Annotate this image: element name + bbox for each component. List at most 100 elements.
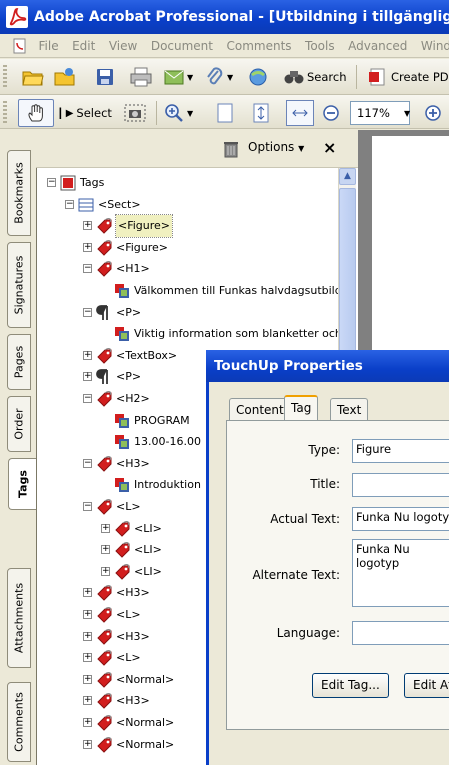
tree-item-label: <TextBox> [116, 348, 178, 362]
tab-tags[interactable]: Tags [8, 458, 37, 510]
window-title-bar[interactable]: Adobe Acrobat Professional - [Utbildning… [0, 0, 449, 34]
dialog-title-bar[interactable]: TouchUp Properties [206, 350, 449, 382]
print-button[interactable] [130, 66, 152, 88]
acrobat-logo-icon[interactable] [6, 6, 28, 28]
expand-icon[interactable]: + [83, 739, 92, 749]
tab-order[interactable]: Order [7, 396, 31, 452]
open-button[interactable] [22, 66, 44, 88]
tag-icon [95, 584, 113, 602]
tree-item-label: <H3> [116, 629, 150, 643]
zoom-dropdown-button[interactable]: ▼ [404, 102, 410, 124]
language-input[interactable] [352, 621, 449, 645]
expand-icon[interactable]: + [83, 674, 92, 684]
expand-icon[interactable]: + [83, 372, 92, 382]
menu-file[interactable]: File [34, 34, 64, 57]
tree-row[interactable]: + <Figure> [37, 237, 337, 259]
collapse-icon[interactable]: − [47, 178, 56, 187]
collapse-icon[interactable]: − [83, 264, 92, 274]
collapse-icon[interactable]: − [65, 199, 74, 209]
close-panel-button[interactable]: × [323, 138, 336, 157]
hand-tool-button[interactable] [18, 99, 54, 127]
expand-icon[interactable]: + [83, 350, 92, 360]
actual-text-input[interactable]: Funka Nu logotyp [352, 507, 449, 531]
fit-page-icon [253, 103, 269, 123]
tab-bookmarks[interactable]: Bookmarks [7, 150, 31, 236]
tree-item-label: <H3> [116, 694, 150, 708]
tab-attachments[interactable]: Attachments [7, 568, 31, 668]
options-menu-button[interactable]: Options ▼ [248, 140, 304, 154]
tab-comments[interactable]: Comments [7, 682, 31, 762]
scroll-up-arrow[interactable]: ▲ [339, 168, 356, 185]
tree-row[interactable]: − <P> [37, 302, 337, 324]
menu-view[interactable]: View [104, 34, 142, 57]
tree-item-label: <Normal> [116, 737, 175, 751]
title-input[interactable] [352, 473, 449, 497]
zoom-out-button[interactable] [322, 102, 340, 124]
tree-row[interactable]: + <Figure> [37, 214, 337, 239]
expand-icon[interactable]: + [83, 696, 92, 706]
expand-icon[interactable]: + [83, 610, 92, 619]
expand-icon[interactable]: + [83, 631, 92, 641]
tree-row[interactable]: − <H1> [37, 258, 337, 280]
menu-tools[interactable]: Tools [300, 34, 340, 57]
email-button[interactable]: ▼ [164, 66, 193, 88]
menu-advanced[interactable]: Advanced [343, 34, 412, 57]
expand-icon[interactable]: + [83, 653, 92, 663]
type-field[interactable]: Figure [352, 439, 449, 463]
tree-row[interactable]: Viktig information som blanketter och [37, 323, 338, 345]
edit-tag-button[interactable]: Edit Tag... [312, 673, 389, 698]
organizer-button[interactable] [54, 66, 76, 88]
fit-page-button[interactable] [252, 102, 270, 124]
expand-icon[interactable]: + [101, 523, 110, 533]
tree-item-label: <Normal> [116, 716, 175, 729]
menu-window[interactable]: Window [416, 34, 449, 57]
tree-row[interactable]: − Tags [37, 172, 337, 194]
expand-icon[interactable]: + [83, 221, 92, 231]
tag-icon [95, 736, 113, 754]
tag-icon [95, 498, 113, 516]
snapshot-button[interactable] [124, 102, 146, 124]
tree-item-label: <L> [116, 651, 141, 665]
toolbar-grip[interactable] [3, 65, 7, 87]
fit-width-button[interactable] [286, 100, 314, 126]
tab-label: Attachments [12, 582, 26, 654]
expand-icon[interactable]: + [83, 242, 92, 252]
menu-document[interactable]: Document [146, 34, 218, 57]
zoom-input[interactable]: 117% [350, 101, 410, 125]
expand-icon[interactable]: + [83, 718, 92, 727]
tree-row[interactable]: − <Sect> [37, 194, 337, 216]
tab-tag[interactable]: Tag [284, 395, 319, 421]
attach-button[interactable]: ▼ [206, 66, 233, 88]
collapse-icon[interactable]: − [83, 458, 92, 468]
toolbar-grip[interactable] [3, 101, 7, 123]
trash-icon[interactable] [223, 140, 239, 158]
section-icon [77, 196, 95, 214]
tree-row[interactable]: Välkommen till Funkas halvdagsutbildn [37, 280, 338, 302]
zoom-in-button[interactable]: ▼ [164, 102, 193, 124]
create-pdf-button[interactable]: Create PDF [368, 66, 449, 88]
menu-comments[interactable]: Comments [222, 34, 297, 57]
web-button[interactable] [248, 66, 270, 88]
save-button[interactable] [96, 66, 114, 88]
document-menu-icon[interactable] [12, 38, 28, 54]
select-tool-button[interactable]: I ▶ Select [58, 102, 112, 124]
actual-size-button[interactable] [216, 102, 234, 124]
menu-edit[interactable]: Edit [67, 34, 100, 57]
tab-text[interactable]: Text [330, 398, 369, 420]
search-button[interactable]: Search [284, 66, 347, 88]
tab-pages[interactable]: Pages [7, 334, 31, 390]
tab-content[interactable]: Content [229, 398, 291, 420]
collapse-icon[interactable]: − [83, 502, 92, 511]
collapse-icon[interactable]: − [83, 394, 92, 403]
zoom-in-circle-button[interactable] [424, 102, 442, 124]
edit-attributes-button[interactable]: Edit At [404, 673, 449, 698]
menu-bar: File Edit View Document Comments Tools A… [0, 34, 449, 58]
tab-label: Content [236, 403, 284, 417]
tab-signatures[interactable]: Signatures [7, 242, 31, 328]
alternate-text-input[interactable]: Funka Nu logotyp [352, 539, 449, 607]
tab-label: Tag [291, 401, 312, 415]
collapse-icon[interactable]: − [83, 307, 92, 317]
expand-icon[interactable]: + [101, 545, 110, 555]
expand-icon[interactable]: + [101, 566, 110, 576]
expand-icon[interactable]: + [83, 588, 92, 598]
